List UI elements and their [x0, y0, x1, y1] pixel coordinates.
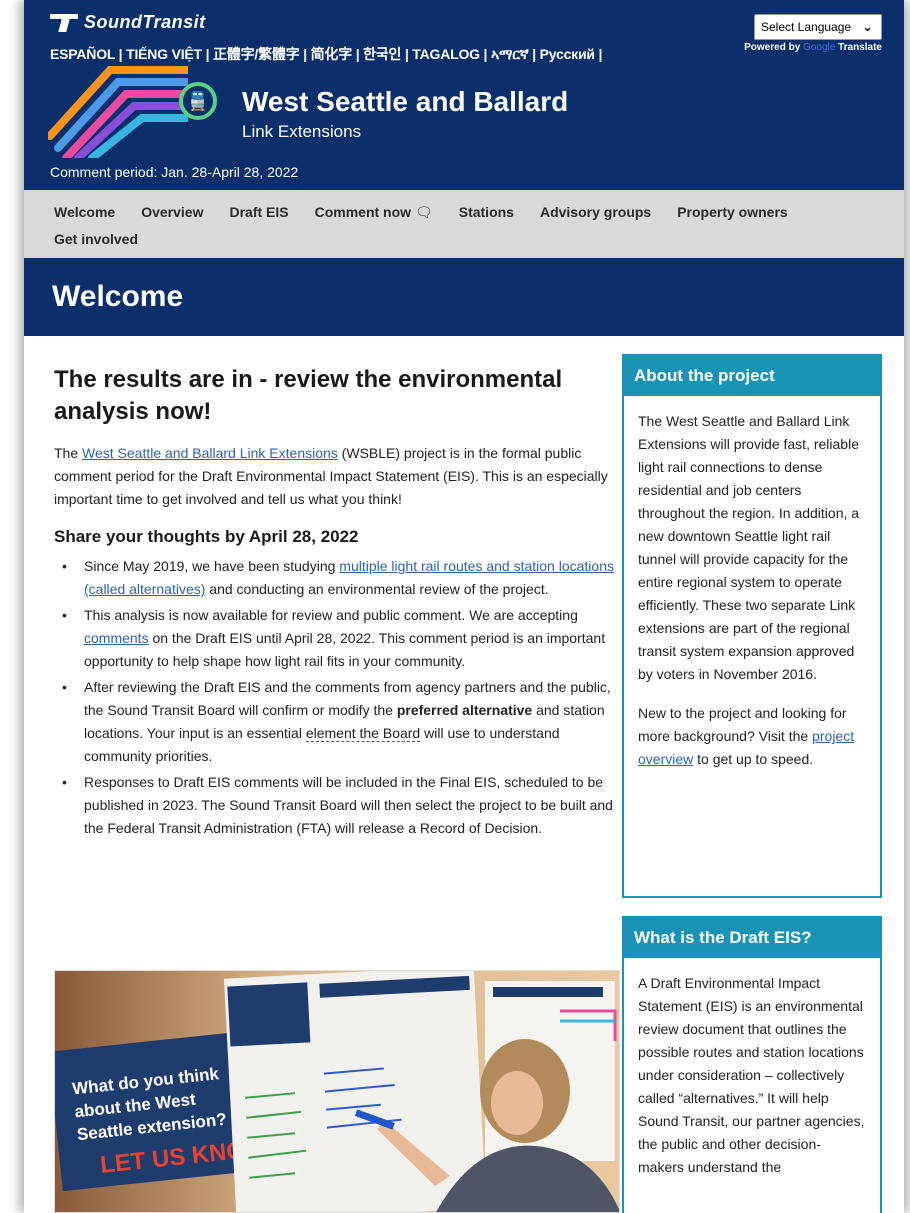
about-project-more: New to the project and looking for more …	[638, 702, 866, 771]
board-glossary-term[interactable]: element the Board	[305, 725, 421, 742]
list-item: Since May 2019, we have been studying mu…	[62, 555, 622, 601]
bullet-text: Responses to Draft EIS comments will be …	[84, 774, 613, 836]
language-link-traditional-chinese[interactable]: 正體字/繁體字	[213, 46, 300, 62]
preferred-alternative-term[interactable]: preferred alternative	[397, 702, 532, 718]
project-subtitle: Link Extensions	[242, 122, 362, 141]
powered-by-label: Powered by	[744, 42, 801, 53]
main-content: The results are in - review the environm…	[54, 364, 622, 843]
draft-eis-text: A Draft Environmental Impact Statement (…	[638, 975, 865, 1175]
language-links: ESPAÑOL | TIẾNG VIỆT | 正體字/繁體字 | 简化字 | 한…	[50, 46, 603, 62]
nav-item-get-involved[interactable]: Get involved	[54, 231, 138, 258]
logo-text: SoundTransit	[84, 12, 206, 32]
link-lines-graphic	[48, 66, 188, 158]
nav-item-draft-eis[interactable]: Draft EIS	[229, 204, 288, 231]
share-thoughts-heading: Share your thoughts by April 28, 2022	[54, 527, 359, 546]
list-item: This analysis is now available for revie…	[62, 604, 622, 673]
nav-item-advisory-groups[interactable]: Advisory groups	[540, 204, 651, 231]
about-project-box: About the project The West Seattle and B…	[622, 354, 882, 898]
project-banner: 🚆 West Seattle and Ballard Link Extensio…	[24, 62, 904, 190]
chevron-down-icon: ⌄	[862, 19, 873, 34]
nav-item-comment-now-label: Comment now	[314, 204, 412, 220]
draft-eis-heading: What is the Draft EIS?	[624, 918, 880, 958]
sound-transit-logo-icon	[50, 13, 78, 32]
community-meeting-photo: What do you think about the West Seattle…	[54, 970, 620, 1213]
wsble-link[interactable]: West Seattle and Ballard Link Extensions	[82, 445, 338, 461]
community-meeting-photo-illustration: What do you think about the West Seattle…	[55, 971, 619, 1212]
main-nav: Welcome Overview Draft EIS Comment now 🗨…	[24, 190, 904, 258]
powered-by-google-translate: Powered by Google Translate	[744, 42, 882, 53]
page-title: Welcome	[52, 280, 184, 313]
language-link-simplified-chinese[interactable]: 简化字	[311, 46, 353, 62]
top-bar: SoundTransit ESPAÑOL | TIẾNG VIỆT | 正體字/…	[24, 0, 904, 62]
list-item: After reviewing the Draft EIS and the co…	[62, 676, 622, 768]
nav-item-stations[interactable]: Stations	[459, 204, 514, 231]
info-bullet-list: Since May 2019, we have been studying mu…	[54, 555, 622, 840]
intro-prefix: The	[54, 445, 83, 461]
light-rail-train-icon: 🚆	[179, 82, 217, 120]
language-link-tagalog[interactable]: TAGALOG	[412, 46, 480, 62]
nav-item-property-owners[interactable]: Property owners	[677, 204, 787, 231]
page-heading-bar: Welcome	[24, 258, 904, 336]
language-link-korean[interactable]: 한국인	[363, 46, 401, 62]
list-item: Responses to Draft EIS comments will be …	[62, 771, 622, 840]
bullet-text: Since May 2019, we have been studying	[84, 558, 340, 574]
comments-link[interactable]: comments	[84, 630, 149, 646]
about-more-suffix: to get up to speed.	[693, 751, 814, 767]
google-logo: Google	[803, 42, 836, 53]
speech-bubble-icon: 🗨	[414, 204, 433, 220]
nav-item-welcome[interactable]: Welcome	[54, 204, 115, 231]
language-select[interactable]: Select Language ⌄	[754, 14, 882, 40]
language-link-spanish[interactable]: ESPAÑOL	[50, 46, 115, 62]
language-link-amharic[interactable]: ኣማርኛ	[491, 46, 529, 62]
about-project-text: The West Seattle and Ballard Link Extens…	[638, 413, 860, 682]
language-select-value: Select Language	[761, 20, 852, 34]
bullet-text: and conducting an environmental review o…	[205, 581, 549, 597]
page-frame: SoundTransit ESPAÑOL | TIẾNG VIỆT | 正體字/…	[24, 0, 904, 1213]
draft-eis-box: What is the Draft EIS? A Draft Environme…	[622, 916, 882, 1213]
language-link-vietnamese[interactable]: TIẾNG VIỆT	[126, 46, 202, 62]
sound-transit-logo[interactable]: SoundTransit	[50, 12, 206, 33]
translate-link[interactable]: Translate	[838, 42, 882, 53]
project-title: West Seattle and Ballard	[242, 86, 569, 117]
nav-item-overview[interactable]: Overview	[141, 204, 203, 231]
bullet-text: This analysis is now available for revie…	[84, 607, 578, 623]
about-project-heading: About the project	[624, 356, 880, 396]
language-link-russian[interactable]: Русский	[540, 46, 595, 62]
main-heading: The results are in - review the environm…	[54, 366, 563, 425]
nav-item-comment-now[interactable]: Comment now 🗨	[315, 204, 433, 231]
intro-paragraph: The West Seattle and Ballard Link Extens…	[54, 442, 622, 511]
comment-period: Comment period: Jan. 28-April 28, 2022	[50, 164, 299, 180]
bullet-text: on the Draft EIS until April 28, 2022. T…	[84, 630, 606, 669]
